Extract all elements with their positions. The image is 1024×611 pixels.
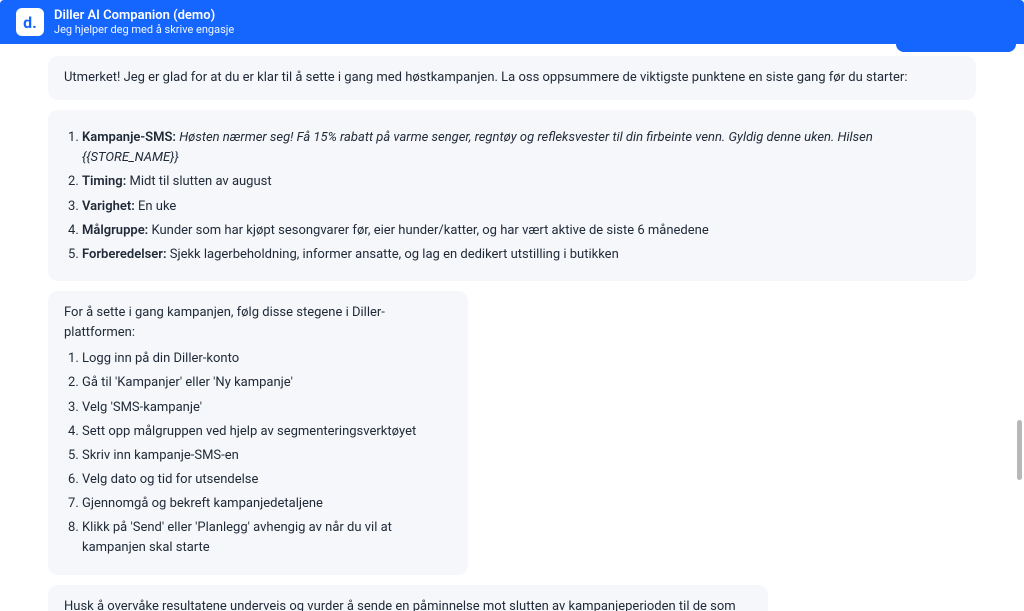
summary-value: En uke <box>138 199 176 214</box>
message-summary: Kampanje-SMS: Høsten nærmer seg! Få 15% … <box>48 110 976 281</box>
summary-item: Målgruppe: Kunder som har kjøpt sesongva… <box>82 221 960 241</box>
summary-item: Timing: Midt til slutten av august <box>82 172 960 192</box>
step-item: Gå til 'Kampanjer' eller 'Ny kampanje' <box>82 373 452 393</box>
summary-item: Varighet: En uke <box>82 197 960 217</box>
brand-logo-text: d. <box>23 13 37 32</box>
app-header: d. Diller AI Companion (demo) Jeg hjelpe… <box>0 0 1024 44</box>
step-item: Sett opp målgruppen ved hjelp av segment… <box>82 422 452 442</box>
step-item: Velg 'SMS-kampanje' <box>82 398 452 418</box>
summary-item: Forberedelser: Sjekk lagerbeholdning, in… <box>82 245 960 265</box>
app-subtitle: Jeg hjelper deg med å skrive engasje <box>54 23 234 36</box>
reminder-text: Husk å overvåke resultatene underveis og… <box>64 599 736 611</box>
step-item: Gjennomgå og bekreft kampanjedetaljene <box>82 494 452 514</box>
step-item: Klikk på 'Send' eller 'Planlegg' avhengi… <box>82 518 452 558</box>
brand-logo: d. <box>16 8 44 36</box>
steps-lead-text: For å sette i gang kampanjen, følg disse… <box>64 303 452 343</box>
summary-value: Høsten nærmer seg! Få 15% rabatt på varm… <box>82 130 873 165</box>
summary-value: Kunder som har kjøpt sesongvarer før, ei… <box>151 223 708 238</box>
scrollbar-thumb[interactable] <box>1017 420 1022 480</box>
app-title: Diller AI Companion (demo) <box>54 8 234 24</box>
message-intro: Utmerket! Jeg er glad for at du er klar … <box>48 56 976 100</box>
step-item: Skriv inn kampanje-SMS-en <box>82 446 452 466</box>
summary-list: Kampanje-SMS: Høsten nærmer seg! Få 15% … <box>82 128 960 265</box>
summary-value: Sjekk lagerbeholdning, informer ansatte,… <box>170 247 619 262</box>
summary-item: Kampanje-SMS: Høsten nærmer seg! Få 15% … <box>82 128 960 168</box>
summary-value: Midt til slutten av august <box>129 174 271 189</box>
summary-label: Kampanje-SMS: <box>82 130 176 145</box>
message-steps: For å sette i gang kampanjen, følg disse… <box>48 291 468 575</box>
step-item: Velg dato og tid for utsendelse <box>82 470 452 490</box>
message-intro-text: Utmerket! Jeg er glad for at du er klar … <box>64 70 907 85</box>
step-item: Logg inn på din Diller-konto <box>82 349 452 369</box>
header-text-block: Diller AI Companion (demo) Jeg hjelper d… <box>54 8 234 37</box>
steps-list: Logg inn på din Diller-konto Gå til 'Kam… <box>82 349 452 558</box>
summary-label: Forberedelser: <box>82 247 167 262</box>
summary-label: Målgruppe: <box>82 223 148 238</box>
chat-scroll-area[interactable]: Utmerket! Jeg er glad for at du er klar … <box>0 44 1024 611</box>
summary-label: Varighet: <box>82 199 135 214</box>
summary-label: Timing: <box>82 174 126 189</box>
message-reminder: Husk å overvåke resultatene underveis og… <box>48 585 768 611</box>
